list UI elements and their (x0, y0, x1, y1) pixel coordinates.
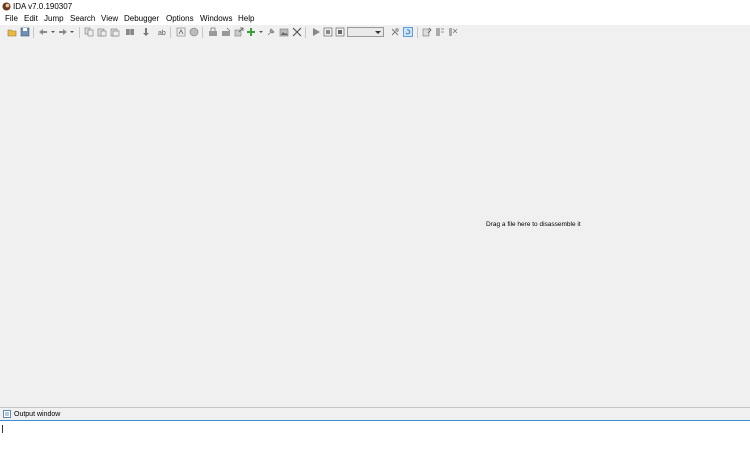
chevron-down-icon[interactable] (48, 27, 58, 37)
trace-icon[interactable] (448, 27, 458, 37)
chevron-down-icon[interactable] (67, 27, 77, 37)
func-icon[interactable]: ab (157, 27, 167, 37)
menu-bar: File Edit Jump Search View Debugger Opti… (0, 13, 750, 25)
refresh-icon[interactable] (403, 27, 413, 37)
menu-search[interactable]: Search (70, 14, 95, 24)
toolbar-separator (79, 27, 80, 38)
down-arrow-icon[interactable] (141, 27, 151, 37)
struct-icon[interactable] (208, 27, 218, 37)
toolbar-separator (170, 27, 171, 38)
paste-icon[interactable] (97, 27, 107, 37)
toolbar-separator (305, 27, 306, 38)
bookmark-icon[interactable] (435, 27, 445, 37)
title-bar: IDA v7.0.190307 (0, 0, 750, 13)
menu-view[interactable]: View (101, 14, 118, 24)
output-window-title: Output window (14, 411, 61, 418)
menu-help[interactable]: Help (238, 14, 254, 24)
text-icon[interactable] (422, 27, 432, 37)
menu-windows[interactable]: Windows (200, 14, 232, 24)
toolbar-separator (33, 27, 34, 38)
add-icon[interactable] (246, 27, 256, 37)
save-icon[interactable] (20, 27, 30, 37)
drop-hint: Drag a file here to disassemble it (486, 221, 581, 228)
toolbar-separator (202, 27, 203, 38)
patch-icon[interactable] (125, 27, 135, 37)
ida-app-icon (2, 2, 11, 11)
paste2-icon[interactable] (110, 27, 120, 37)
chevron-down-icon (375, 31, 381, 34)
export-icon[interactable] (234, 27, 244, 37)
chevron-down-icon[interactable] (256, 27, 266, 37)
toolbar-separator (417, 27, 418, 38)
output-window-header[interactable]: Output window (0, 407, 750, 421)
close-icon[interactable] (292, 27, 302, 37)
pin-icon[interactable] (266, 27, 276, 37)
debugger-select[interactable] (347, 27, 384, 37)
stop-icon[interactable] (335, 27, 345, 37)
back-icon[interactable] (38, 27, 48, 37)
pause-icon[interactable] (323, 27, 333, 37)
main-area[interactable]: Drag a file here to disassemble it (0, 40, 750, 407)
enum-icon[interactable] (221, 27, 231, 37)
attach-icon[interactable] (390, 27, 400, 37)
text-caret (2, 425, 3, 433)
globe-icon[interactable] (189, 27, 199, 37)
svg-text:ab: ab (158, 30, 166, 37)
menu-debugger[interactable]: Debugger (124, 14, 159, 24)
open-icon[interactable] (7, 27, 17, 37)
menu-edit[interactable]: Edit (24, 14, 38, 24)
graph-icon[interactable] (176, 27, 186, 37)
window-title: IDA v7.0.190307 (13, 2, 73, 11)
menu-file[interactable]: File (5, 14, 18, 24)
output-window-icon (3, 410, 11, 418)
copy-icon[interactable] (84, 27, 94, 37)
image-icon[interactable] (279, 27, 289, 37)
menu-options[interactable]: Options (166, 14, 194, 24)
menu-jump[interactable]: Jump (44, 14, 64, 24)
play-icon[interactable] (311, 27, 321, 37)
output-text-area[interactable] (0, 420, 750, 473)
